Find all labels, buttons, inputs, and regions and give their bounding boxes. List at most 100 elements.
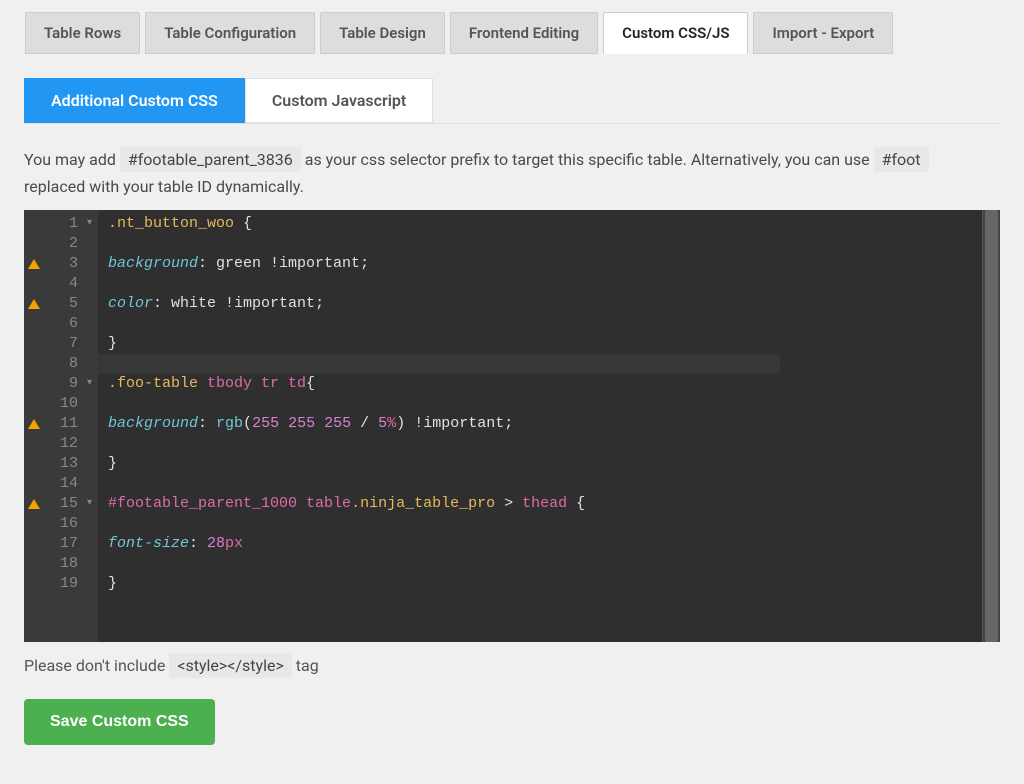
code-token: ( <box>243 415 252 432</box>
code-token: tbody tr td <box>198 375 306 392</box>
code-token: color <box>108 295 153 312</box>
code-token: 28 <box>207 535 225 552</box>
line-number: 19 <box>60 574 78 594</box>
gutter-line: 9▾ <box>30 374 92 394</box>
gutter-line: 16 <box>30 514 92 534</box>
gutter-line: 14 <box>30 474 92 494</box>
code-token <box>279 415 288 432</box>
footer-post: tag <box>296 656 319 675</box>
code-token: ; <box>360 255 369 272</box>
code-token <box>315 415 324 432</box>
fold-icon[interactable]: ▾ <box>84 374 92 394</box>
code-token: green <box>216 255 270 272</box>
selector-code-suffix: #foot <box>874 147 929 172</box>
code-token: thead <box>522 495 567 512</box>
scroll-thumb[interactable] <box>985 210 998 642</box>
line-number: 10 <box>60 394 78 414</box>
gutter-line: 11 <box>30 414 92 434</box>
line-number: 11 <box>60 414 78 434</box>
fold-icon[interactable]: ▾ <box>84 214 92 234</box>
code-token: : <box>189 535 207 552</box>
line-number: 13 <box>60 454 78 474</box>
line-number: 3 <box>60 254 78 274</box>
line-number: 9 <box>60 374 78 394</box>
gutter-line: 2 <box>30 234 92 254</box>
code-token: background <box>108 415 198 432</box>
gutter-line: 17 <box>30 534 92 554</box>
gutter-line: 4 <box>30 274 92 294</box>
help-pre: You may add <box>24 150 120 169</box>
gutter-line: 18 <box>30 554 92 574</box>
gutter-line: 12 <box>30 434 92 454</box>
subtab-custom-css[interactable]: Additional Custom CSS <box>24 78 245 123</box>
gutter-line: 19 <box>30 574 92 594</box>
code-token: > <box>495 495 522 512</box>
code-token: white <box>171 295 225 312</box>
gutter-line: 6 <box>30 314 92 334</box>
code-token: 255 <box>324 415 351 432</box>
code-token: .foo-table <box>108 375 198 392</box>
editor-right-panel <box>780 210 1000 642</box>
gutter-line: 10 <box>30 394 92 414</box>
footer-pre: Please don't include <box>24 656 169 675</box>
code-token: : <box>198 415 216 432</box>
gutter-line: 5 <box>30 294 92 314</box>
code-token: !important <box>270 255 360 272</box>
line-number: 18 <box>60 554 78 574</box>
tab-table-configuration[interactable]: Table Configuration <box>145 12 315 54</box>
warning-icon <box>28 419 40 429</box>
warning-icon <box>28 499 40 509</box>
code-token: } <box>108 335 117 352</box>
line-number: 2 <box>60 234 78 254</box>
tab-custom-css-js[interactable]: Custom CSS/JS <box>603 12 748 54</box>
code-token: px <box>225 535 243 552</box>
gutter-line: 8 <box>30 354 92 374</box>
warning-icon <box>28 299 40 309</box>
code-token: ) <box>396 415 405 432</box>
gutter-line: 7 <box>30 334 92 354</box>
code-token: { <box>234 215 252 232</box>
save-custom-css-button[interactable]: Save Custom CSS <box>24 699 215 745</box>
warning-icon <box>28 259 40 269</box>
code-token: ; <box>504 415 513 432</box>
code-token: ; <box>315 295 324 312</box>
code-token: !important <box>414 415 504 432</box>
editor-gutter: 1▾23456789▾101112131415▾16171819 <box>24 210 98 642</box>
code-token <box>297 495 306 512</box>
tab-table-rows[interactable]: Table Rows <box>25 12 140 54</box>
line-number: 5 <box>60 294 78 314</box>
code-token: background <box>108 255 198 272</box>
code-token: rgb <box>216 415 243 432</box>
tab-frontend-editing[interactable]: Frontend Editing <box>450 12 598 54</box>
footer-hint: Please don't include <style></style> tag <box>24 656 1000 675</box>
code-token: % <box>387 415 396 432</box>
help-mid: as your css selector prefix to target th… <box>305 150 874 169</box>
gutter-line: 13 <box>30 454 92 474</box>
fold-icon[interactable]: ▾ <box>84 494 92 514</box>
line-number: 17 <box>60 534 78 554</box>
tab-import-export[interactable]: Import - Export <box>753 12 893 54</box>
code-token: 255 <box>288 415 315 432</box>
line-number: 8 <box>60 354 78 374</box>
line-number: 1 <box>60 214 78 234</box>
code-token: #footable_parent_1000 <box>108 495 297 512</box>
selector-code: #footable_parent_3836 <box>120 147 301 172</box>
code-token: { <box>306 375 315 392</box>
gutter-line: 15▾ <box>30 494 92 514</box>
line-number: 4 <box>60 274 78 294</box>
help-text: You may add #footable_parent_3836 as you… <box>24 146 1000 200</box>
css-editor[interactable]: 1▾23456789▾101112131415▾16171819 .nt_but… <box>24 210 1000 642</box>
gutter-line: 1▾ <box>30 214 92 234</box>
tab-table-design[interactable]: Table Design <box>320 12 445 54</box>
code-token: !important <box>225 295 315 312</box>
code-token: 255 <box>252 415 279 432</box>
subtab-custom-js[interactable]: Custom Javascript <box>245 78 433 123</box>
editor-scrollbar[interactable] <box>982 210 1000 642</box>
line-number: 6 <box>60 314 78 334</box>
line-number: 12 <box>60 434 78 454</box>
code-token: : <box>153 295 171 312</box>
code-token: 5 <box>378 415 387 432</box>
code-token: table <box>306 495 351 512</box>
code-token: / <box>351 415 378 432</box>
code-token: .nt_button_woo <box>108 215 234 232</box>
